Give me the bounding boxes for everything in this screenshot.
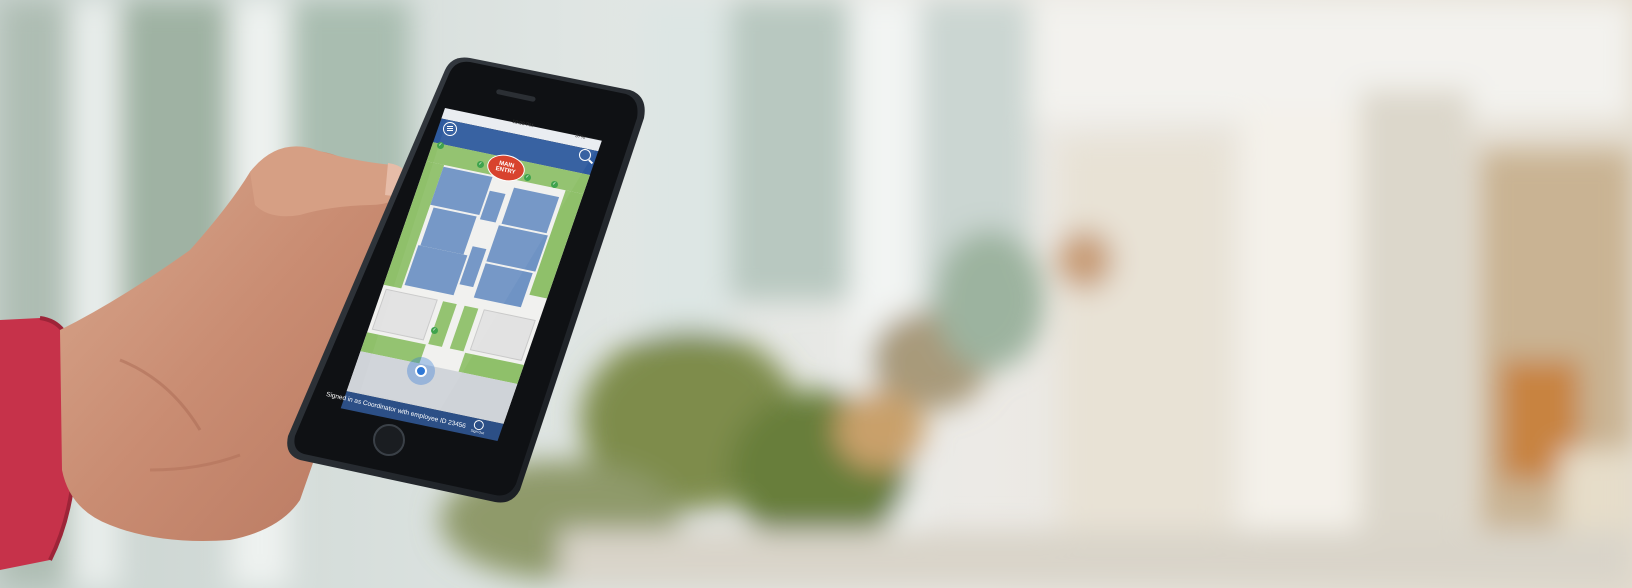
sign-out-label: Sign Out bbox=[470, 428, 485, 436]
blurred-background bbox=[0, 0, 1632, 588]
menu-icon[interactable] bbox=[443, 122, 457, 136]
photo-scene: 10:08 PM 37% MAIN ENTRY ✓ ✓ ✓ ✓ ✓ Signed… bbox=[0, 0, 1632, 588]
search-icon[interactable] bbox=[579, 149, 594, 164]
